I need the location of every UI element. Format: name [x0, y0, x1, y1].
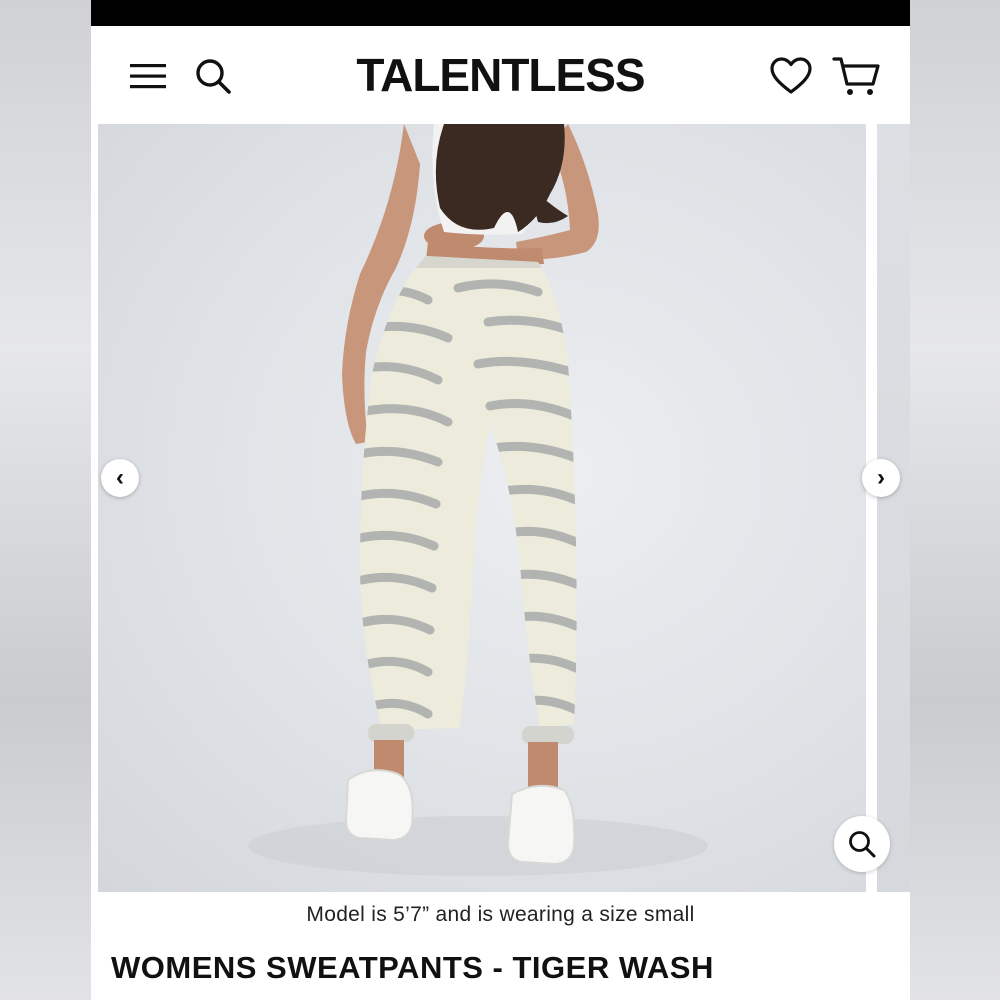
previous-image-button[interactable]: ‹ [101, 459, 139, 497]
zoom-button[interactable] [834, 816, 890, 872]
background-right [910, 0, 1000, 1000]
heart-icon [770, 57, 812, 94]
background-left [0, 0, 91, 1000]
model-wearing-sweatpants-photo [248, 124, 708, 876]
menu-button[interactable] [125, 56, 171, 96]
brand-logo[interactable]: TALENTLESS [261, 48, 740, 102]
search-button[interactable] [191, 54, 235, 98]
product-image[interactable] [98, 124, 866, 892]
hamburger-menu-icon [130, 64, 166, 89]
product-title: WOMENS SWEATPANTS - TIGER WASH [111, 950, 714, 985]
chevron-left-icon: ‹ [116, 464, 124, 491]
search-icon [196, 59, 231, 94]
wishlist-button[interactable] [767, 54, 815, 98]
product-image-gallery: ‹ › [91, 124, 910, 892]
next-image-button[interactable]: › [862, 459, 900, 497]
cart-button[interactable] [831, 52, 883, 100]
cart-icon [832, 57, 880, 95]
status-bar [91, 0, 910, 26]
model-size-caption: Model is 5’7” and is wearing a size smal… [306, 903, 695, 926]
chevron-right-icon: › [877, 464, 885, 491]
next-slide-preview[interactable] [877, 124, 910, 892]
phone-screen: TALENTLESS ‹ › Model is 5’7” and is wear… [91, 0, 910, 1000]
site-header: TALENTLESS [91, 26, 910, 124]
zoom-search-icon [849, 831, 876, 858]
